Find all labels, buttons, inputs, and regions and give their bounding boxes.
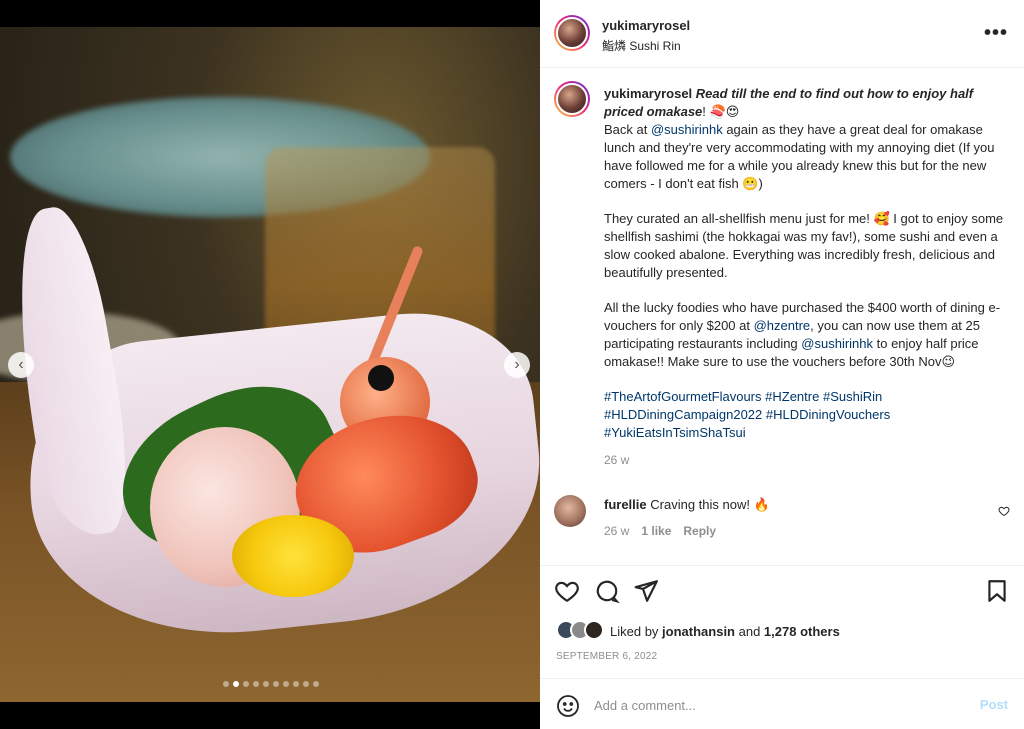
carousel-indicator — [223, 681, 319, 687]
carousel-dot — [283, 681, 289, 687]
hashtag-link[interactable]: #SushiRin — [823, 389, 882, 404]
carousel-dot — [293, 681, 299, 687]
hashtag-link[interactable]: #YukiEatsInTsimShaTsui — [604, 425, 746, 440]
comment-input[interactable] — [594, 693, 964, 717]
commenter-avatar[interactable] — [554, 495, 586, 527]
like-button[interactable] — [554, 578, 580, 604]
post-photo[interactable] — [0, 27, 540, 702]
shrimp-eye — [368, 365, 394, 391]
avatar — [584, 620, 604, 640]
post-header: yukimaryrosel 鮨燐 Sushi Rin ••• — [540, 0, 1024, 68]
carousel-dot — [263, 681, 269, 687]
comment-meta: 26 w 1 like Reply — [604, 524, 716, 538]
emoji-button[interactable] — [556, 694, 579, 717]
carousel-dot — [243, 681, 249, 687]
comment-text: Craving this now! 🔥 — [650, 497, 770, 512]
carousel-dot — [223, 681, 229, 687]
mention-link[interactable]: @sushirinhk — [801, 336, 873, 351]
caption-paragraph: They curated an all-shellfish menu just … — [604, 211, 1004, 280]
mention-link[interactable]: @hzentre — [754, 318, 811, 333]
liked-by-prefix: Liked by — [610, 624, 663, 639]
hashtag-list: #TheArtofGourmetFlavours #HZentre #Sushi… — [604, 388, 1004, 442]
carousel-prev-button[interactable]: ‹ — [8, 352, 34, 378]
post-actions: Liked by jonathansin and 1,278 others SE… — [540, 565, 1024, 678]
hashtag-link[interactable]: #HLDDiningCampaign2022 — [604, 407, 762, 422]
chrysanthemum-garnish — [232, 515, 354, 597]
caption-author-avatar[interactable] — [554, 81, 590, 117]
reply-button[interactable]: Reply — [683, 524, 716, 538]
liked-by-user[interactable]: jonathansin — [662, 624, 735, 639]
share-button[interactable] — [633, 578, 659, 604]
caption-username[interactable]: yukimaryrosel — [604, 86, 692, 101]
post-date[interactable]: SEPTEMBER 6, 2022 — [556, 651, 657, 662]
comment-composer: Post — [540, 678, 1024, 729]
carousel-dot — [233, 681, 239, 687]
paper-plane-icon — [634, 580, 658, 602]
carousel-next-button[interactable]: › — [504, 352, 530, 378]
caption-timestamp[interactable]: 26 w — [604, 451, 1004, 469]
post-modal: ‹ › yukimaryrosel 鮨燐 Sushi Rin ••• yukim… — [0, 0, 1024, 729]
more-horizontal-icon[interactable]: ••• — [984, 22, 1008, 45]
comment-timestamp[interactable]: 26 w — [604, 524, 629, 538]
post-comment-button[interactable]: Post — [980, 697, 1008, 712]
post-caption: yukimaryrosel Read till the end to find … — [604, 85, 1004, 469]
post-sidebar: yukimaryrosel 鮨燐 Sushi Rin ••• yukimaryr… — [540, 0, 1024, 729]
comments-scroll[interactable]: yukimaryrosel Read till the end to find … — [540, 69, 1024, 565]
author-avatar[interactable] — [554, 15, 590, 51]
commenter-username[interactable]: furellie — [604, 497, 647, 512]
mention-link[interactable]: @sushirinhk — [651, 122, 723, 137]
liked-by-avatars[interactable] — [556, 620, 608, 642]
comment-like-button[interactable] — [998, 505, 1010, 520]
likes-summary: Liked by jonathansin and 1,278 others — [610, 624, 840, 639]
post-location[interactable]: 鮨燐 Sushi Rin — [602, 37, 681, 54]
carousel-dot — [303, 681, 309, 687]
caption-hook-end: ! 🍣😍 — [702, 104, 740, 119]
likes-count-link[interactable]: 1,278 others — [764, 624, 840, 639]
hashtag-link[interactable]: #HZentre — [765, 389, 819, 404]
comment: furellie Craving this now! 🔥 — [604, 497, 770, 513]
author-username[interactable]: yukimaryrosel — [602, 18, 690, 33]
hashtag-link[interactable]: #HLDDiningVouchers — [766, 407, 890, 422]
bookmark-icon — [988, 580, 1006, 602]
comment-bubble-icon — [596, 580, 620, 604]
save-button[interactable] — [984, 578, 1010, 604]
smiley-icon — [557, 695, 579, 717]
liked-by-mid: and — [735, 624, 764, 639]
comment-likes[interactable]: 1 like — [641, 524, 671, 538]
hashtag-link[interactable]: #TheArtofGourmetFlavours — [604, 389, 762, 404]
carousel-dot — [313, 681, 319, 687]
carousel-dot — [273, 681, 279, 687]
heart-outline-icon — [998, 506, 1010, 517]
chevron-right-icon: › — [514, 356, 520, 373]
carousel-dot — [253, 681, 259, 687]
caption-text: Back at — [604, 122, 651, 137]
comment-button[interactable] — [594, 578, 620, 604]
chevron-left-icon: ‹ — [18, 356, 24, 373]
heart-outline-icon — [555, 581, 579, 603]
